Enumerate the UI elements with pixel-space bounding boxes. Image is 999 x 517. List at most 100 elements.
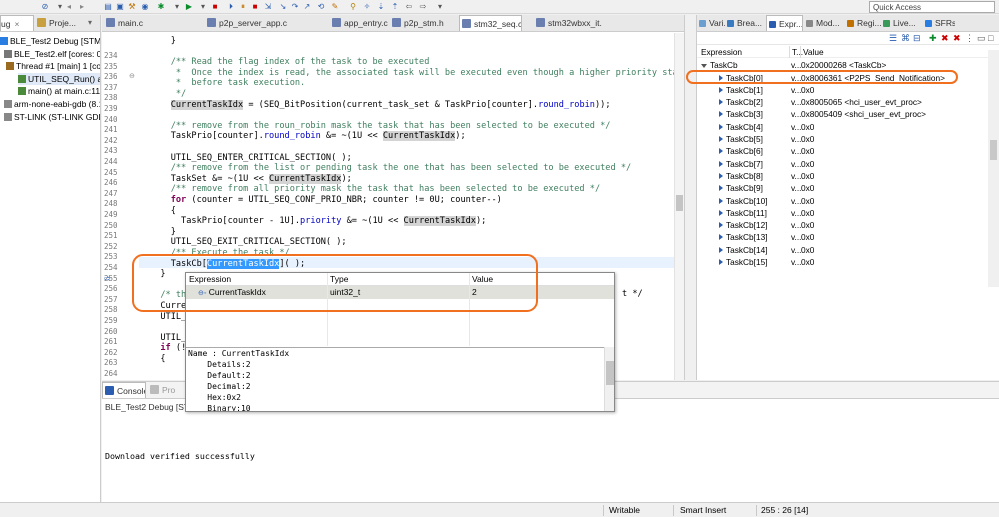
forward-nav-icon[interactable]: ⇨	[418, 2, 428, 12]
pin-icon[interactable]: ▾	[435, 2, 445, 12]
expression-row[interactable]: TaskCb[13] v... 0x0	[697, 231, 999, 243]
expression-value[interactable]: 0x8005409 <shci_user_evt_proc>	[801, 108, 926, 120]
expression-value[interactable]: 0x0	[801, 182, 814, 194]
tree-item[interactable]: main() at main.c:11	[18, 85, 100, 97]
expand-icon[interactable]	[701, 64, 707, 68]
expression-row[interactable]: TaskCb[12] v... 0x0	[697, 219, 999, 231]
run-icon[interactable]: ▶	[184, 2, 194, 12]
resume-icon[interactable]: ⏵	[226, 2, 236, 12]
expression-value[interactable]: 0x0	[801, 121, 814, 133]
expression-row[interactable]: TaskCb[9] v... 0x0	[697, 182, 999, 194]
debug-menu-icon[interactable]: ▾	[172, 2, 182, 12]
code-line[interactable]: /** Read the flag index of the task to b…	[150, 57, 430, 68]
minimize-icon[interactable]: ▭	[977, 33, 986, 44]
tab-problems[interactable]: Pro	[148, 382, 184, 398]
tab-debug[interactable]: ug ×	[0, 15, 34, 31]
right-tab[interactable]: Vari...	[697, 15, 725, 31]
expression-value[interactable]: 0x0	[801, 145, 814, 157]
code-line[interactable]: for (counter = UTIL_SEQ_CONF_PRIO_NBR; c…	[150, 195, 502, 206]
editor-tab[interactable]: p2p_server_app.c	[205, 15, 313, 31]
code-line[interactable]: /** remove from the roun_robin mask the …	[150, 121, 611, 132]
code-line[interactable]: TaskPrio[counter].round_robin &= ~(1U <<…	[150, 131, 466, 142]
expression-row[interactable]: TaskCb[14] v... 0x0	[697, 244, 999, 256]
right-tab[interactable]: Mod...	[804, 15, 844, 31]
build-icon[interactable]: ⚒	[127, 2, 137, 12]
expression-row[interactable]: TaskCb[5] v... 0x0	[697, 133, 999, 145]
view-menu-icon[interactable]: ⋮	[965, 33, 974, 44]
step-return-icon[interactable]: ↗	[302, 2, 312, 12]
expression-value[interactable]: 0x0	[801, 84, 814, 96]
add-expression-icon[interactable]: ✚	[929, 33, 937, 44]
tree-item[interactable]: ST-LINK (ST-LINK GDB se	[4, 111, 100, 123]
right-tab[interactable]: Expr...	[766, 15, 803, 31]
expression-value[interactable]: 0x0	[801, 231, 814, 243]
expression-value[interactable]: 0x8005065 <hci_user_evt_proc>	[801, 96, 922, 108]
editor-tab[interactable]: p2p_stm.h	[390, 15, 447, 31]
code-line[interactable]: UTIL_SEQ_EXIT_CRITICAL_SECTION( );	[150, 237, 347, 248]
forward-icon[interactable]: ▸	[77, 2, 87, 12]
expressions-scrollbar[interactable]	[988, 50, 999, 287]
search-icon[interactable]: ⚲	[348, 2, 358, 12]
show-type-icon[interactable]: ☰	[889, 33, 897, 44]
right-tab[interactable]: Brea...	[725, 15, 765, 31]
fold-marker-icon[interactable]: ⊖	[129, 72, 135, 80]
remove-all-icon[interactable]: ✖	[953, 33, 961, 44]
col-value[interactable]: Value	[800, 46, 824, 58]
code-line[interactable]: }	[150, 227, 176, 238]
step-into-icon[interactable]: ↘	[278, 2, 288, 12]
disconnect-icon[interactable]: ⇲	[263, 2, 273, 12]
toggle-mark-icon[interactable]: ✧	[362, 2, 372, 12]
quick-access-input[interactable]: Quick Access	[869, 1, 995, 13]
code-line[interactable]: * before task execution.	[150, 78, 305, 89]
terminate-icon[interactable]: ■	[250, 2, 260, 12]
code-line[interactable]: TaskSet &= ~(1U << CurrentTaskIdx);	[150, 173, 352, 185]
tab-console[interactable]: Console	[102, 382, 146, 398]
expression-value[interactable]: 0x0	[801, 256, 814, 268]
expression-value[interactable]: 0x0	[801, 207, 814, 219]
editor-scroll-thumb[interactable]	[676, 195, 683, 211]
hover-details-scroll-thumb[interactable]	[606, 361, 614, 385]
expression-row[interactable]: TaskCb[11] v... 0x0	[697, 207, 999, 219]
editor-tab[interactable]: main.c	[104, 15, 159, 31]
right-tab[interactable]: Live...	[881, 15, 921, 31]
save-icon[interactable]: ▣	[115, 2, 125, 12]
skip-breakpoints-icon[interactable]: ⊘	[40, 2, 50, 12]
remove-expression-icon[interactable]: ✖	[941, 33, 949, 44]
expression-value[interactable]: 0x0	[801, 244, 814, 256]
expression-value[interactable]: 0x0	[801, 133, 814, 145]
editor-tab[interactable]: app_entry.c	[330, 15, 388, 31]
expression-row[interactable]: TaskCb[4] v... 0x0	[697, 121, 999, 133]
open-type-icon[interactable]: ✎	[330, 2, 340, 12]
code-line[interactable]: /** remove from the list or pending task…	[150, 163, 631, 174]
editor-tab[interactable]: stm32_seq.c ×	[459, 15, 522, 31]
expressions-scroll-thumb[interactable]	[990, 140, 997, 160]
new-file-icon[interactable]: ▤	[103, 2, 113, 12]
expression-row[interactable]: TaskCb[6] v... 0x0	[697, 145, 999, 157]
right-tab[interactable]: SFRs	[923, 15, 955, 31]
step-over-icon[interactable]: ↷	[290, 2, 300, 12]
code-line[interactable]: }	[150, 36, 176, 47]
close-icon[interactable]: ×	[14, 19, 19, 29]
expression-row[interactable]: TaskCb[8] v... 0x0	[697, 170, 999, 182]
code-line[interactable]: */	[150, 89, 186, 100]
expression-value[interactable]: 0x0	[801, 219, 814, 231]
view-menu-icon[interactable]: ▾	[88, 18, 92, 27]
col-expression[interactable]: Expression	[701, 46, 742, 58]
tree-item[interactable]: BLE_Test2.elf [cores: 0]	[4, 48, 100, 60]
tree-item[interactable]: Thread #1 [main] 1 [co	[6, 60, 100, 72]
expression-row[interactable]: TaskCb[2] v... 0x8005065 <hci_user_evt_pro…	[697, 96, 999, 108]
code-line[interactable]: UTIL_SEQ_ENTER_CRITICAL_SECTION( );	[150, 153, 352, 164]
prev-annotation-icon[interactable]: ⇣	[376, 2, 386, 12]
collapse-all-icon[interactable]: ⊟	[913, 33, 921, 44]
code-line[interactable]: {	[150, 206, 176, 217]
expression-row[interactable]: TaskCb[7] v... 0x0	[697, 158, 999, 170]
expression-value[interactable]: 0x0	[801, 195, 814, 207]
tree-item[interactable]: arm-none-eabi-gdb (8.1.	[4, 98, 100, 110]
expression-row[interactable]: TaskCb[3] v... 0x8005409 <shci_user_evt_pr…	[697, 108, 999, 120]
code-line[interactable]: * Once the index is read, the associated…	[150, 68, 684, 79]
code-line[interactable]: CurrentTaskIdx = (SEQ_BitPosition(curren…	[150, 99, 611, 111]
show-logical-icon[interactable]: ⌘	[901, 33, 910, 44]
expression-value[interactable]: 0x0	[801, 158, 814, 170]
back-icon[interactable]: ◂	[64, 2, 74, 12]
tree-item[interactable]: BLE_Test2 Debug [STM32 Co	[0, 35, 100, 47]
